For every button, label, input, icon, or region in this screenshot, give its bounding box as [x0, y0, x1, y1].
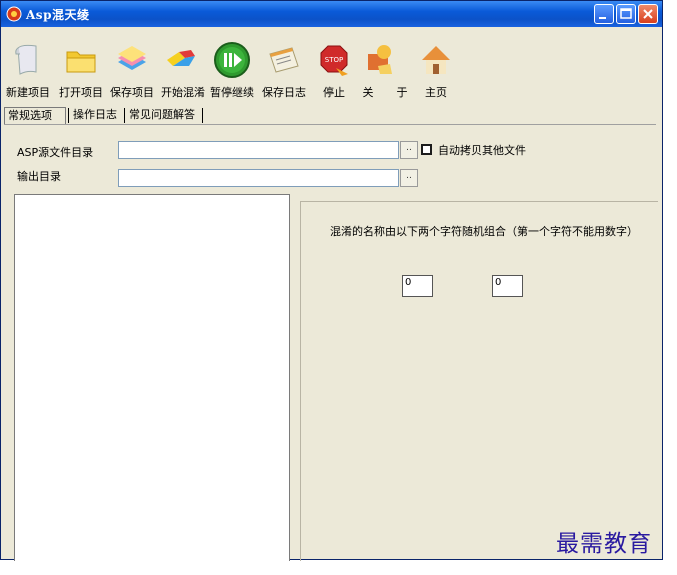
open-project-icon: [66, 51, 96, 73]
minimize-icon: [599, 17, 606, 19]
maximize-icon: [620, 8, 632, 19]
tab-separator: [68, 108, 69, 123]
copy-other-files-checkbox[interactable]: [421, 144, 432, 155]
new-project-button[interactable]: 新建项目: [3, 40, 53, 100]
home-button[interactable]: 主页: [418, 40, 454, 100]
start-obfuscate-icon: [167, 50, 195, 66]
home-icon: [422, 46, 450, 74]
file-list-panel[interactable]: [14, 194, 290, 561]
output-dir-label: 输出目录: [17, 170, 61, 183]
watermark-text: 最需教育: [556, 531, 652, 557]
source-dir-browse-button[interactable]: ..: [400, 141, 418, 159]
tab-general[interactable]: 常规选项: [4, 107, 66, 124]
output-dir-browse-button[interactable]: ..: [400, 169, 418, 187]
pause-resume-button[interactable]: 暂停继续: [207, 40, 257, 100]
source-dir-input[interactable]: [118, 141, 399, 159]
minimize-button[interactable]: [594, 4, 614, 24]
start-obfuscate-button[interactable]: 开始混淆: [158, 40, 208, 100]
save-log-button[interactable]: 保存日志: [259, 40, 309, 100]
save-project-icon: [118, 46, 146, 70]
stop-icon: STOP: [320, 45, 348, 76]
output-dir-input[interactable]: [118, 169, 399, 187]
tab-separator: [124, 108, 125, 123]
source-dir-label: ASP源文件目录: [17, 146, 94, 159]
tab-faq[interactable]: 常见问题解答: [126, 107, 198, 124]
first-char-input[interactable]: 0: [402, 275, 433, 297]
tab-separator: [202, 108, 203, 123]
pause-resume-icon: [214, 42, 250, 78]
title-bar[interactable]: Asp混天绫: [1, 1, 662, 27]
tab-divider: [4, 124, 656, 125]
options-panel: [300, 201, 658, 561]
toolbar: 新建项目 打开项目 保存项目 开始混淆 暂停继续 保存日志 STOP 停止 关 …: [1, 28, 662, 102]
maximize-button[interactable]: [616, 4, 636, 24]
save-project-button[interactable]: 保存项目: [107, 40, 157, 100]
app-icon: [6, 6, 22, 22]
copy-other-files-label[interactable]: 自动拷贝其他文件: [438, 142, 526, 158]
save-log-icon: [269, 47, 299, 73]
second-char-input[interactable]: 0: [492, 275, 523, 297]
window-title: Asp混天绫: [26, 8, 90, 22]
about-button-part2[interactable]: 于: [392, 40, 412, 100]
close-icon: [643, 9, 653, 19]
stop-button[interactable]: STOP 停止: [317, 40, 351, 100]
close-button[interactable]: [638, 4, 658, 24]
about-button-part1[interactable]: 关: [357, 40, 392, 100]
new-project-icon: [15, 44, 37, 75]
obfuscate-name-description: 混淆的名称由以下两个字符随机组合（第一个字符不能用数字）: [330, 225, 638, 238]
app-window: Asp混天绫 新建项目 打开项目 保存项目 开始混淆 暂停继续 保存日志 STO…: [0, 0, 663, 561]
tab-log[interactable]: 操作日志: [70, 107, 120, 124]
open-project-button[interactable]: 打开项目: [56, 40, 106, 100]
svg-text:STOP: STOP: [325, 56, 343, 64]
